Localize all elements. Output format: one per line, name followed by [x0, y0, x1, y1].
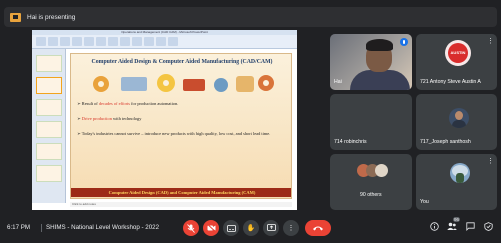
- more-options-button[interactable]: ⋮: [283, 220, 299, 236]
- presenting-banner: Hai is presenting: [4, 7, 497, 27]
- participant-name: 717_Joseph santhosh: [420, 139, 471, 145]
- end-call-icon: [313, 226, 323, 231]
- raise-hand-icon: ✋: [246, 225, 256, 232]
- activities-icon: [483, 222, 493, 231]
- participant-name: 721 Antony Steve Austin A: [420, 79, 481, 85]
- group-avatars: [357, 162, 389, 180]
- present-icon: [10, 12, 21, 22]
- raise-hand-button[interactable]: ✋: [243, 220, 259, 236]
- participant-tile-joseph[interactable]: 717_Joseph santhosh: [416, 94, 497, 150]
- people-button[interactable]: [446, 222, 458, 234]
- people-icon: [447, 222, 457, 230]
- slide-thumbnail: [36, 55, 62, 72]
- current-slide: Computer Aided Design & Computer Aided M…: [70, 53, 292, 199]
- participant-tile-others[interactable]: 90 others: [330, 154, 412, 210]
- participant-name: You: [420, 199, 429, 205]
- bullet-3: ➢ Today's industries cannot survive – in…: [77, 131, 271, 136]
- participant-tile-hai[interactable]: Hai: [330, 34, 412, 90]
- gears-illustration: [93, 74, 274, 92]
- activities-button[interactable]: [482, 222, 494, 234]
- meeting-name: SHIMS - National Level Workshop - 2022: [46, 224, 160, 231]
- bullet-2: ➢ Drive production with technology: [77, 116, 142, 121]
- captions-icon: [226, 224, 236, 232]
- slide-thumbnails: [32, 49, 66, 203]
- mic-off-button[interactable]: [183, 220, 199, 236]
- control-bar: 6:17 PM SHIMS - National Level Workshop …: [0, 214, 501, 243]
- avatar: AUSTIN: [445, 40, 471, 66]
- more-options-icon[interactable]: ⋮: [487, 37, 494, 45]
- more-options-icon[interactable]: ⋮: [487, 157, 494, 165]
- presenting-text: Hai is presenting: [27, 13, 76, 21]
- notes-pane[interactable]: Click to add notes: [70, 202, 292, 207]
- divider: [41, 224, 42, 232]
- captions-button[interactable]: [223, 220, 239, 236]
- speaking-mic-icon: [400, 38, 408, 46]
- participant-name: 90 others: [360, 192, 382, 198]
- info-icon: [429, 222, 439, 231]
- slide-thumbnail: [36, 165, 62, 182]
- participant-tile-you[interactable]: ⋮ You: [416, 154, 497, 210]
- slide-title: Computer Aided Design & Computer Aided M…: [91, 59, 273, 65]
- mic-off-icon: [187, 223, 195, 233]
- clock: 6:17 PM: [7, 224, 31, 231]
- slide-thumbnail-selected: [36, 77, 62, 94]
- slide-thumbnail: [36, 121, 62, 138]
- bullet-1: ➢ Result of decades of efforts for produ…: [77, 101, 179, 106]
- chat-icon: [465, 222, 475, 232]
- camera-off-icon: [206, 224, 216, 232]
- ppt-ribbon: [32, 35, 297, 49]
- slide-bullets: ➢ Result of decades of efforts for produ…: [77, 101, 287, 146]
- more-icon: ⋮: [287, 225, 295, 232]
- participant-name: 714 robinchris: [334, 139, 367, 145]
- meet-window: Hai is presenting Operations and Managem…: [0, 0, 501, 243]
- participant-name: Hai: [334, 79, 342, 85]
- chat-button[interactable]: [464, 222, 476, 234]
- avatar: [449, 108, 469, 128]
- end-call-button[interactable]: [305, 220, 331, 236]
- slide-footer: Computer Aided Design (CAD) and Computer…: [71, 188, 291, 197]
- participant-tile-robinchris[interactable]: 714 robinchris: [330, 94, 412, 150]
- participant-tile-austin[interactable]: AUSTIN ⋮ 721 Antony Steve Austin A: [416, 34, 497, 90]
- camera-off-button[interactable]: [203, 220, 219, 236]
- present-button[interactable]: [263, 220, 279, 236]
- avatar: [450, 163, 470, 183]
- shared-screen[interactable]: Operations and Management (CAD CAM) - Mi…: [32, 30, 297, 210]
- info-button[interactable]: [428, 222, 440, 234]
- present-icon: [266, 224, 276, 231]
- slide-thumbnail: [36, 143, 62, 160]
- slide-thumbnail: [36, 99, 62, 116]
